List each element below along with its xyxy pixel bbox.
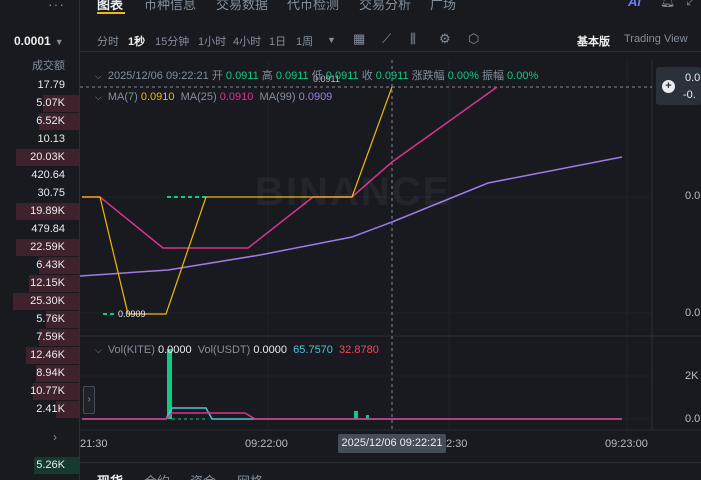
info-timestamp: 2025/12/06 09:22:21 <box>107 70 209 82</box>
open-value: 0.0911 <box>225 70 259 82</box>
volume-value: 22.59K <box>30 241 65 253</box>
amp-value: 0.00% <box>507 70 539 82</box>
collapse-icon[interactable]: ⌵ <box>95 345 102 355</box>
y-axis-label: 2K <box>685 370 699 382</box>
x-axis-label: 2:30 <box>446 438 468 450</box>
high-value: 0.0911 <box>275 70 309 82</box>
vol-usdt-label: Vol(USDT) <box>197 344 251 356</box>
collapse-icon[interactable]: ⌵ <box>95 92 102 102</box>
ma7-label: MA(7) <box>107 91 138 103</box>
change-value: 0.00% <box>447 70 479 82</box>
ma25-value: 0.0910 <box>219 91 254 103</box>
tab-spot[interactable]: 现货 <box>97 471 123 480</box>
volume-value: 6.52K <box>36 115 65 127</box>
change-label: 涨跌幅 <box>411 70 445 82</box>
binance-watermark: BINANCE <box>255 170 452 214</box>
volume-value: 10.13 <box>37 133 65 145</box>
y-axis-label: 0.0 <box>685 190 701 202</box>
ma25-label: MA(25) <box>180 91 217 103</box>
add-alert-icon[interactable]: + <box>662 80 675 93</box>
volume-value: 20.03K <box>30 151 65 163</box>
vol-ma2-value: 32.8780 <box>339 344 379 356</box>
bottom-tabs: 现货 合约 资金 网格 <box>80 462 701 480</box>
volume-value: 5.07K <box>36 97 65 109</box>
vol-kite-value: 0.0000 <box>157 344 192 356</box>
x-axis-label: 09:22:00 <box>245 438 288 450</box>
volume-value: 19.89K <box>30 205 65 217</box>
y-axis-label: 0.0 <box>685 413 701 425</box>
ma25-line <box>82 86 498 249</box>
tab-grid[interactable]: 网格 <box>237 471 263 480</box>
ma-info: ⌵ MA(7) 0.0910 MA(25) 0.0910 MA(99) 0.090… <box>95 91 332 103</box>
volume-value: 7.59K <box>36 331 65 343</box>
volume-value: 6.43K <box>36 259 65 271</box>
tab-futures[interactable]: 合约 <box>144 471 170 480</box>
vol-usdt-value: 0.0000 <box>253 344 288 356</box>
low-value: 0.0911 <box>325 70 359 82</box>
volume-value: 2.41K <box>36 403 65 415</box>
volume-value: 30.75 <box>37 187 65 199</box>
price-tag-value: 0.0 <box>685 72 701 84</box>
ma99-value: 0.0909 <box>298 91 333 103</box>
volume-info: ⌵ Vol(KITE) 0.0000 Vol(USDT) 0.0000 65.75… <box>95 344 379 356</box>
trading-app: ··· 0.0001 ▼ 成交额 17.79 5.07K 6.52K 10.13 20.0… <box>0 0 701 480</box>
vol-kite-label: Vol(KITE) <box>107 344 155 356</box>
volume-value: 25.30K <box>30 295 65 307</box>
volume-bar <box>354 411 358 419</box>
current-price-tag[interactable]: + 0.0 -0. <box>656 67 701 105</box>
ma99-label: MA(99) <box>259 91 296 103</box>
tab-funds[interactable]: 资金 <box>190 471 216 480</box>
x-axis-label: 09:23:00 <box>605 438 648 450</box>
volume-value: 12.15K <box>30 277 65 289</box>
close-label: 收 <box>361 70 373 82</box>
vol-ma1-value: 65.7570 <box>293 344 333 356</box>
volume-value: 10.77K <box>30 385 65 397</box>
low-marker: 0.0909 <box>118 309 146 319</box>
volume-value: 479.84 <box>31 223 65 235</box>
amp-label: 振幅 <box>481 70 504 82</box>
ma7-value: 0.0910 <box>140 91 175 103</box>
x-axis-label: 21:30 <box>80 438 108 450</box>
volume-value: 12.46K <box>30 349 65 361</box>
volume-value: 8.94K <box>36 367 65 379</box>
crosshair-time-label: 2025/12/06 09:22:21 <box>338 434 446 453</box>
volume-value: 420.64 <box>31 169 65 181</box>
ohlc-info: ⌵ 2025/12/06 09:22:21 开 0.0911 高 0.0911 低… <box>95 67 538 83</box>
volume-value: 17.79 <box>37 79 65 91</box>
volume-ma1-line <box>82 407 622 420</box>
open-label: 开 <box>211 70 223 82</box>
volume-ma2-line <box>82 412 622 420</box>
volume-value: 5.76K <box>36 313 65 325</box>
side-panel-toggle[interactable]: › <box>83 386 95 414</box>
y-axis-label: 0.0 <box>685 307 701 319</box>
price-tag-change: -0. <box>683 89 696 101</box>
low-label: 低 <box>311 70 323 82</box>
high-label: 高 <box>261 70 273 82</box>
collapse-icon[interactable]: ⌵ <box>95 71 102 81</box>
close-value: 0.0911 <box>375 70 409 82</box>
